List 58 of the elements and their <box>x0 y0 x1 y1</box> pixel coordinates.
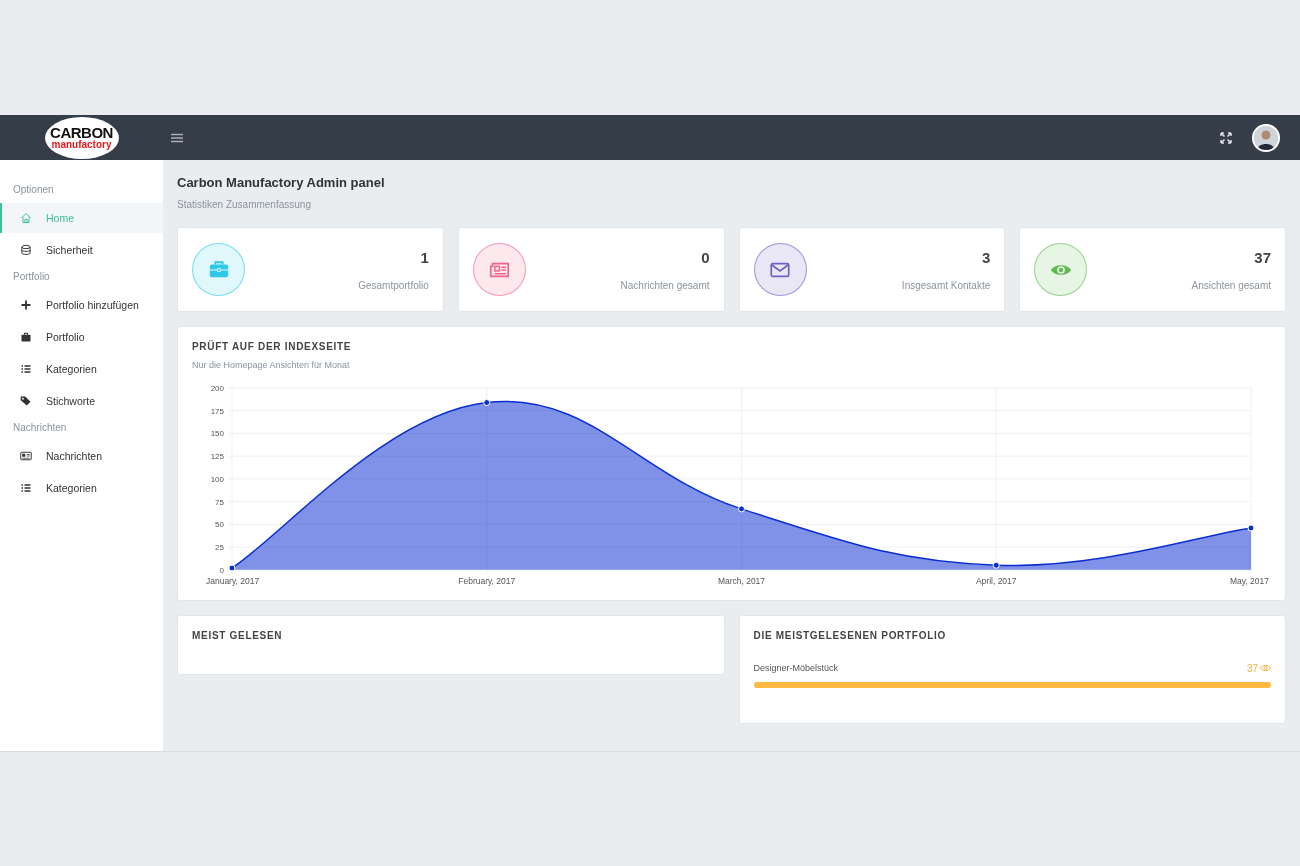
list-icon <box>20 363 32 375</box>
sidebar-section-title: Portfolio <box>12 270 51 284</box>
y-tick-label: 100 <box>210 474 224 484</box>
x-tick-label: March, 2017 <box>717 575 766 586</box>
menu-icon[interactable] <box>171 132 183 143</box>
eye-icon <box>1260 664 1271 673</box>
page-subtitle: Statistiken Zusammenfassung <box>177 199 312 210</box>
stat-value: 3 <box>980 248 991 266</box>
fullscreen-icon[interactable] <box>1220 131 1232 144</box>
x-tick-label: May, 2017 <box>1230 575 1269 586</box>
y-tick-label: 125 <box>210 452 224 462</box>
list-icon <box>20 482 32 494</box>
logo[interactable]: CARBON manufactory <box>44 116 119 159</box>
sidebar-item[interactable]: Kategorien <box>0 354 163 384</box>
stat-label: Nachrichten gesamt <box>620 279 710 291</box>
page-title: Carbon Manufactory Admin panel <box>177 175 386 190</box>
y-tick-label: 25 <box>215 543 224 553</box>
card-title: DIE MEISTGELESENEN PORTFOLIO <box>753 629 947 641</box>
data-point <box>483 399 491 407</box>
avatar-icon[interactable] <box>1252 123 1280 152</box>
plus-icon <box>20 299 32 311</box>
newspaper-icon <box>20 450 32 462</box>
stat-value: 37 <box>1253 248 1271 266</box>
sidebar-item[interactable]: Portfolio hinzufügen <box>0 290 163 320</box>
portfolio-name: Designer-Möbelstück <box>753 663 839 674</box>
sidebar-item[interactable]: Nachrichten <box>0 441 163 471</box>
y-tick-label: 200 <box>210 384 224 393</box>
stat-value: 1 <box>419 248 429 266</box>
data-point <box>738 505 745 513</box>
y-tick-label: 75 <box>215 497 224 507</box>
x-tick-label: February, 2017 <box>458 575 516 586</box>
y-tick-label: 50 <box>215 520 224 530</box>
database-icon <box>20 244 32 256</box>
x-tick-label: January, 2017 <box>206 575 260 586</box>
stat-label: Insgesamt Kontakte <box>901 279 991 291</box>
sidebar-item[interactable]: Kategorien <box>0 473 163 503</box>
card-title: MEIST GELESEN <box>192 629 284 641</box>
y-tick-label: 175 <box>210 406 224 416</box>
briefcase-icon <box>20 331 32 343</box>
sidebar-item[interactable]: Stichworte <box>0 386 163 416</box>
card-subtitle: Nur die Homepage Ansichten für Monat <box>192 360 351 370</box>
home-icon <box>20 212 32 224</box>
view-count: 37 <box>1246 662 1258 674</box>
data-point <box>992 561 1000 569</box>
data-point <box>228 564 236 572</box>
x-tick-label: April, 2017 <box>975 575 1017 586</box>
data-point <box>1247 524 1255 532</box>
stat-label: Ansichten gesamt <box>1191 279 1271 291</box>
card-title: PRÜFT AUF DER INDEXSEITE <box>192 341 353 352</box>
y-tick-label: 150 <box>210 429 224 439</box>
stat-value: 0 <box>700 248 710 266</box>
sidebar-section-title: Nachrichten <box>12 421 68 435</box>
tag-icon <box>20 395 32 407</box>
y-tick-label: 0 <box>219 565 224 575</box>
sidebar-section-title: Optionen <box>12 183 55 197</box>
stat-label: Gesamtportfolio <box>358 279 429 291</box>
sidebar-item[interactable]: Portfolio <box>0 322 163 352</box>
sidebar-item[interactable]: Sicherheit <box>0 235 163 265</box>
